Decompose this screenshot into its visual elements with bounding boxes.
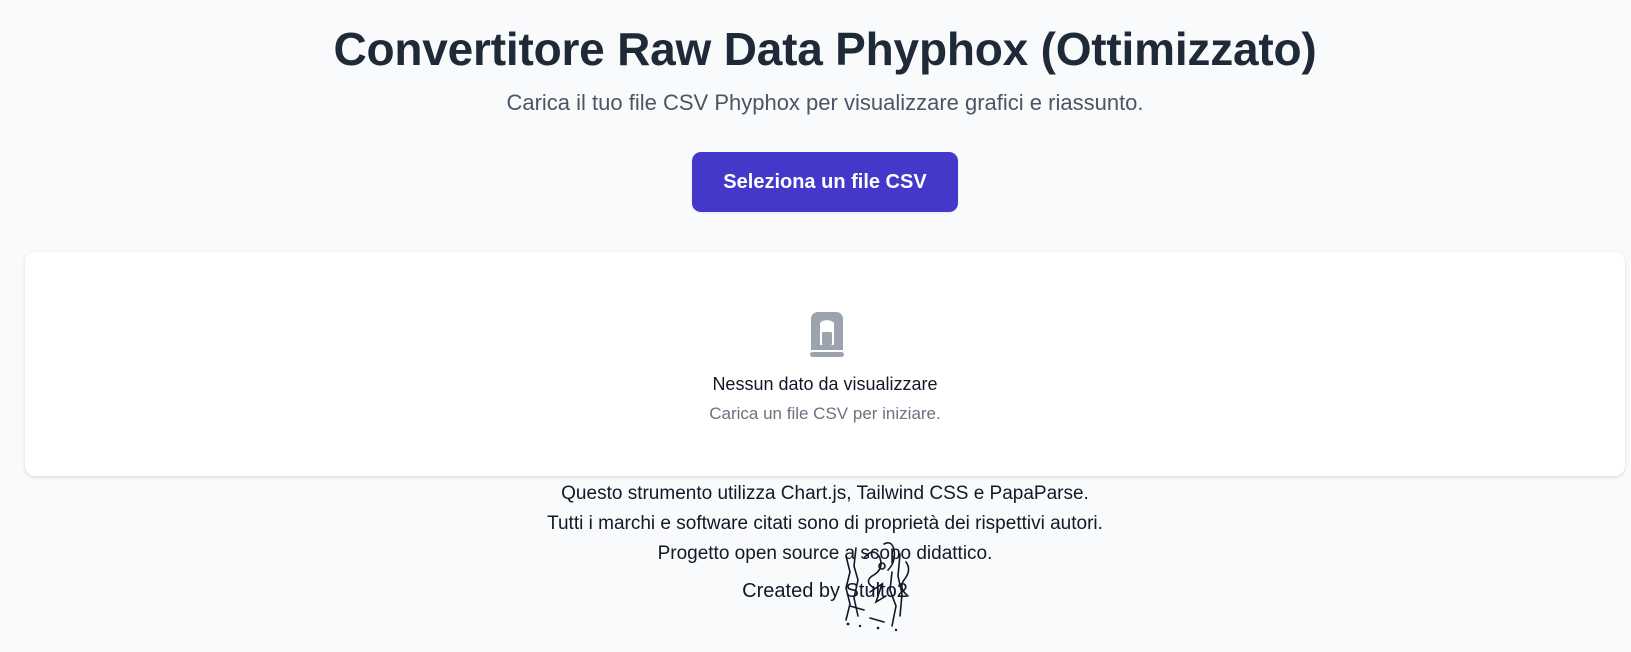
footer: Questo strumento utilizza Chart.js, Tail…: [0, 479, 1631, 569]
signature-icon: [845, 542, 910, 632]
empty-state-card: Nessun dato da visualizzare Carica un fi…: [25, 252, 1625, 476]
document-lock-icon: [810, 312, 844, 357]
footer-line-tools: Questo strumento utilizza Chart.js, Tail…: [561, 483, 1089, 504]
page-subtitle: Carica il tuo file CSV Phyphox per visua…: [506, 90, 1144, 115]
page: Convertitore Raw Data Phyphox (Ottimizza…: [0, 0, 1631, 652]
author-credit: Created by Stulto2: [742, 580, 908, 602]
empty-state-hint: Carica un file CSV per iniziare.: [709, 404, 941, 423]
empty-state-title: Nessun dato da visualizzare: [712, 374, 938, 394]
footer-line-trademarks: Tutti i marchi e software citati sono di…: [547, 513, 1103, 534]
page-title: Convertitore Raw Data Phyphox (Ottimizza…: [333, 23, 1317, 75]
footer-line-open-source: Progetto open source a scopo didattico.: [657, 543, 993, 564]
select-csv-button[interactable]: Seleziona un file CSV: [692, 152, 958, 212]
